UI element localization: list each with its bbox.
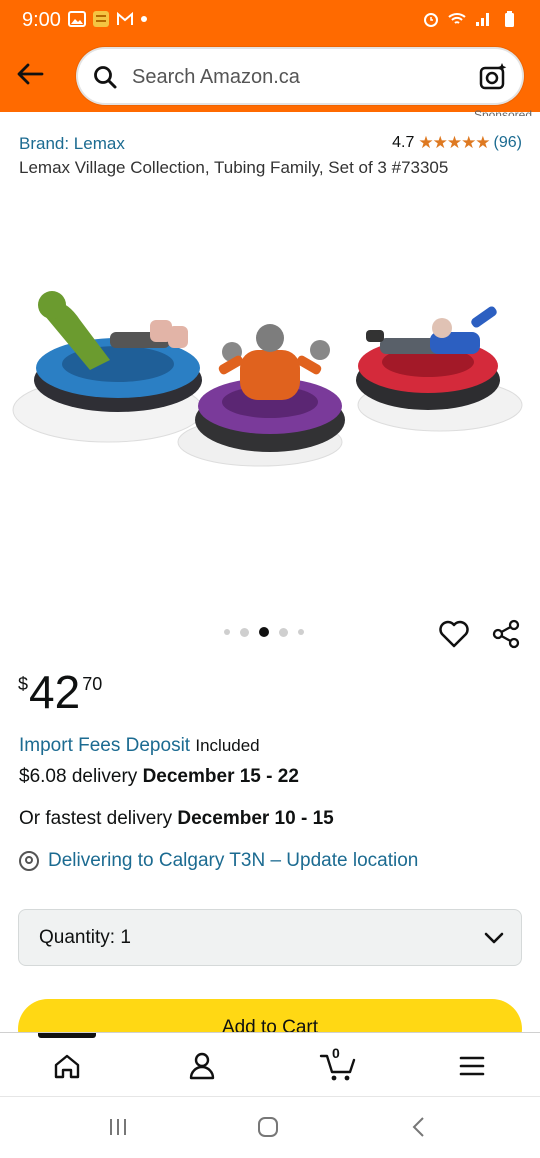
search-icon <box>94 66 117 89</box>
bottom-navigation: 0 <box>0 1032 540 1096</box>
star-rating-icon: ★★★★★ <box>418 133 490 152</box>
location-pin-icon <box>19 851 39 871</box>
wifi-icon <box>448 13 466 24</box>
carousel-dot-active[interactable] <box>259 627 269 637</box>
import-fees: Import Fees Deposit Included <box>19 735 260 757</box>
carousel-dot[interactable] <box>240 627 249 637</box>
menu-icon <box>459 1056 485 1076</box>
home-icon <box>54 1054 80 1079</box>
signal-icon <box>476 13 489 26</box>
delivery-location-text[interactable]: Delivering to Calgary T3N – Update locat… <box>48 850 418 872</box>
back-arrow-icon <box>17 63 44 85</box>
sponsored-label: Sponsored <box>473 108 532 116</box>
product-image[interactable] <box>0 220 540 600</box>
quantity-select[interactable]: Quantity: 1 <box>18 909 522 966</box>
camera-search-icon[interactable] <box>478 62 508 92</box>
fastest-delivery-prefix: Or fastest delivery <box>19 808 173 829</box>
search-placeholder: Search Amazon.ca <box>132 66 300 88</box>
app-header: 9:00 Search Amazon.ca <box>0 0 540 112</box>
import-fees-link[interactable]: Import Fees Deposit <box>19 735 190 756</box>
brand-link[interactable]: Brand: Lemax <box>19 134 125 154</box>
nav-account-button[interactable] <box>185 1049 219 1083</box>
price-currency: $ <box>18 674 29 694</box>
rating-value: 4.7 <box>392 134 415 151</box>
chevron-down-icon <box>484 932 504 944</box>
share-icon[interactable] <box>490 618 522 650</box>
image-carousel-dots[interactable] <box>224 627 304 637</box>
status-time: 9:00 <box>22 9 61 31</box>
alarm-icon <box>424 13 438 27</box>
quantity-label: Quantity: <box>39 927 116 948</box>
app-icon <box>93 11 109 27</box>
active-tab-indicator <box>38 1033 96 1038</box>
dot-icon <box>141 16 147 22</box>
red-tube-figure <box>356 306 523 432</box>
delivery-info: $6.08 delivery December 15 - 22 <box>19 766 299 788</box>
blue-tube-figure <box>12 291 204 443</box>
price-whole: 42 <box>29 666 81 718</box>
product-title: Lemax Village Collection, Tubing Family,… <box>19 158 449 177</box>
purple-tube-figure <box>177 324 345 467</box>
import-fees-included: Included <box>195 736 260 755</box>
back-nav-icon[interactable] <box>408 1115 432 1139</box>
carousel-dot[interactable] <box>298 629 304 635</box>
search-bar[interactable]: Search Amazon.ca <box>76 47 524 105</box>
nav-cart-button[interactable]: 0 <box>318 1045 358 1083</box>
recent-apps-icon[interactable] <box>106 1115 130 1139</box>
account-icon <box>189 1052 215 1080</box>
rating-summary[interactable]: 4.7 ★★★★★ (96) <box>392 133 522 153</box>
battery-icon <box>505 11 514 27</box>
back-button[interactable] <box>12 56 48 92</box>
delivery-dates: December 15 - 22 <box>142 766 299 787</box>
heart-icon[interactable] <box>438 618 470 650</box>
delivery-location-link[interactable]: Delivering to Calgary T3N – Update locat… <box>18 850 418 872</box>
quantity-value: 1 <box>120 927 131 948</box>
cart-count-badge: 0 <box>332 1045 340 1061</box>
home-button-icon[interactable] <box>256 1115 280 1139</box>
fastest-delivery-dates: December 10 - 15 <box>177 808 334 829</box>
price: $ 42 70 <box>18 668 102 716</box>
rating-count[interactable]: (96) <box>494 134 522 152</box>
carousel-dot[interactable] <box>279 627 288 637</box>
carousel-dot[interactable] <box>224 629 230 635</box>
system-navigation-bar <box>0 1096 540 1158</box>
nav-home-button[interactable] <box>50 1049 84 1083</box>
image-icon <box>68 11 86 27</box>
status-bar: 9:00 <box>0 0 540 42</box>
price-fraction: 70 <box>82 674 103 694</box>
gmail-icon <box>117 11 133 25</box>
delivery-prefix: $6.08 delivery <box>19 766 138 787</box>
nav-menu-button[interactable] <box>455 1049 489 1083</box>
fastest-delivery-info: Or fastest delivery December 10 - 15 <box>19 808 334 830</box>
